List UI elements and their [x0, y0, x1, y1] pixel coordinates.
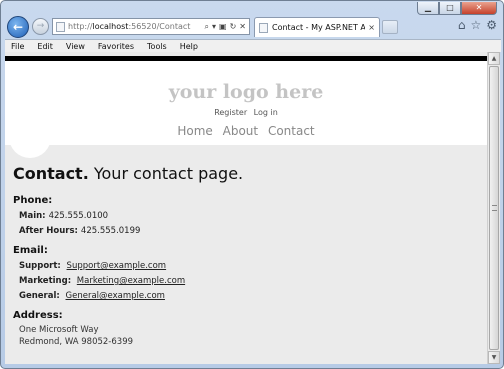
- email-link-support[interactable]: Support@example.com: [67, 261, 167, 271]
- address-section: Address: One Microsoft Way Redmond, WA 9…: [13, 310, 473, 348]
- email-heading: Email:: [13, 245, 48, 256]
- tab-title: Contact - My ASP.NET App...: [272, 23, 366, 32]
- phone-row: After Hours: 425.555.0199: [19, 226, 141, 236]
- refresh-icon[interactable]: ↻: [230, 22, 237, 32]
- email-row: Support: Support@example.com: [19, 261, 167, 271]
- menu-view[interactable]: View: [66, 42, 85, 51]
- email-link-marketing[interactable]: Marketing@example.com: [77, 276, 185, 286]
- scroll-down-icon[interactable]: ▼: [488, 351, 500, 364]
- address-line: One Microsoft Way: [19, 325, 99, 335]
- grip-icon: [492, 205, 497, 211]
- login-links: Register Log in: [5, 108, 487, 117]
- address-line: Redmond, WA 98052-6399: [19, 337, 134, 347]
- minimize-button[interactable]: ▁: [417, 2, 439, 15]
- nav-about[interactable]: About: [223, 124, 258, 138]
- stop-icon[interactable]: ✕: [239, 22, 246, 32]
- navigation-bar: ← → http://localhost:56520/Contact ⌕ ▾ ▣…: [5, 15, 500, 39]
- dropdown-icon[interactable]: ▾: [212, 22, 216, 32]
- forward-arrow-icon[interactable]: →: [32, 18, 49, 35]
- email-link-general[interactable]: General@example.com: [66, 291, 165, 301]
- menu-favorites[interactable]: Favorites: [98, 42, 134, 51]
- address-bar[interactable]: http://localhost:56520/Contact ⌕ ▾ ▣ ↻ ✕: [52, 18, 250, 35]
- address-url[interactable]: http://localhost:56520/Contact: [68, 22, 205, 31]
- header-decoration: [9, 132, 51, 158]
- browser-window: ▁ □ ✕ ← → http://localhost:56520/Contact…: [0, 0, 504, 369]
- home-icon[interactable]: ⌂: [458, 18, 466, 32]
- gear-icon[interactable]: ⚙: [486, 18, 497, 32]
- vertical-scrollbar[interactable]: ▲ ▼: [487, 52, 500, 364]
- email-row: General: General@example.com: [19, 291, 165, 301]
- email-section: Email: Support: Support@example.com Mark…: [13, 245, 473, 304]
- site-logo[interactable]: your logo here: [5, 81, 487, 103]
- site-header: your logo here Register Log in Home Abou…: [5, 61, 487, 145]
- browser-tools: ⌂ ☆ ⚙: [458, 18, 497, 32]
- phone-section: Phone: Main: 425.555.0100 After Hours: 425…: [13, 195, 473, 239]
- back-arrow-icon[interactable]: ←: [7, 16, 29, 38]
- menu-tools[interactable]: Tools: [147, 42, 167, 51]
- menu-help[interactable]: Help: [180, 42, 198, 51]
- window-controls: ▁ □ ✕: [417, 2, 497, 15]
- search-icon[interactable]: ⌕: [205, 22, 209, 32]
- page-title: Contact. Your contact page.: [13, 164, 244, 183]
- main-nav: Home About Contact: [5, 124, 487, 138]
- phone-row: Main: 425.555.0100: [19, 211, 109, 221]
- menu-bar: File Edit View Favorites Tools Help: [5, 39, 501, 52]
- scroll-thumb[interactable]: [489, 66, 499, 350]
- tab-favicon: [259, 22, 268, 33]
- nav-home[interactable]: Home: [177, 124, 212, 138]
- page-viewport: your logo here Register Log in Home Abou…: [5, 52, 487, 364]
- maximize-button[interactable]: □: [439, 2, 461, 15]
- nav-contact[interactable]: Contact: [268, 124, 315, 138]
- close-window-button[interactable]: ✕: [461, 2, 497, 15]
- login-link[interactable]: Log in: [254, 108, 278, 117]
- phone-heading: Phone:: [13, 195, 53, 206]
- main-content: Contact. Your contact page. Phone: Main:…: [13, 164, 473, 354]
- new-tab-button[interactable]: [382, 20, 398, 34]
- scroll-up-icon[interactable]: ▲: [488, 52, 500, 65]
- email-row: Marketing: Marketing@example.com: [19, 276, 186, 286]
- page-icon: [56, 21, 65, 32]
- menu-file[interactable]: File: [11, 42, 24, 51]
- tab-contact[interactable]: Contact - My ASP.NET App... ×: [254, 17, 380, 37]
- tab-close-icon[interactable]: ×: [368, 23, 375, 32]
- address-heading: Address:: [13, 310, 63, 321]
- register-link[interactable]: Register: [214, 108, 247, 117]
- compatibility-icon[interactable]: ▣: [219, 22, 227, 32]
- star-icon[interactable]: ☆: [470, 18, 481, 32]
- menu-edit[interactable]: Edit: [37, 42, 53, 51]
